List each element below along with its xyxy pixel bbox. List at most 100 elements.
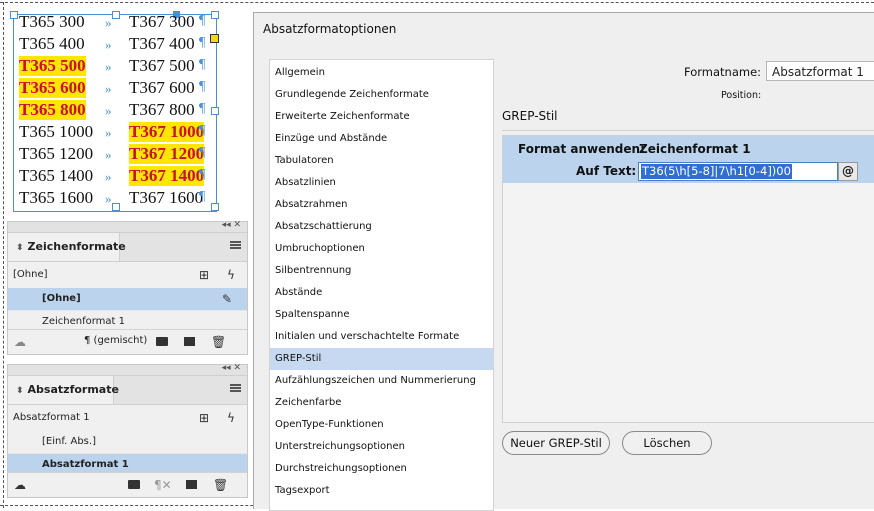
left-code: T365 600: [19, 78, 86, 98]
section-title: GREP-Stil: [502, 109, 558, 123]
trash-icon[interactable]: 🗑: [213, 478, 228, 492]
nav-item[interactable]: Grundlegende Zeichenformate: [270, 84, 493, 106]
left-code: T365 400: [19, 34, 85, 53]
nav-item[interactable]: Allgemein: [270, 62, 493, 84]
folder-icon[interactable]: [128, 478, 140, 492]
page-border-left: [3, 2, 4, 508]
clear-overrides-icon[interactable]: ¶✕: [154, 478, 172, 492]
special-characters-at-icon[interactable]: @: [838, 162, 858, 181]
cloud-icon[interactable]: ☁: [14, 335, 26, 349]
left-code: T365 1000: [19, 122, 94, 141]
grep-rule-row[interactable]: Format anwenden: Zeichenformat 1 Auf Tex…: [503, 136, 874, 183]
format-name-label: Formatname:: [684, 65, 762, 79]
right-code: T367 1000: [129, 122, 205, 142]
right-code: T367 300: [129, 12, 195, 31]
current-style-row: Absatzformat 1 ⊞ ϟ: [8, 405, 247, 431]
paragraph-styles-panel: ◂◂ ✕ ⬍ Absatzformate Absatzformat 1 ⊞ ϟ […: [7, 363, 248, 498]
panel-collapse-bar[interactable]: ◂◂ ✕: [8, 220, 247, 233]
left-code: T365 500: [19, 56, 86, 76]
new-style-from-icon[interactable]: ⊞: [199, 405, 209, 431]
left-code: T365 800: [19, 100, 86, 120]
grep-style-list[interactable]: Format anwenden: Zeichenformat 1 Auf Tex…: [502, 135, 874, 423]
nav-item[interactable]: Durchstreichungsoptionen: [270, 458, 493, 480]
tab-marker: »: [105, 81, 112, 96]
panel-menu-icon[interactable]: [230, 384, 241, 392]
nav-item[interactable]: Zeichenfarbe: [270, 392, 493, 414]
pilcrow: ¶: [199, 167, 206, 182]
list-item[interactable]: [Ohne] ✎: [8, 288, 247, 311]
nav-item[interactable]: Umbruchoptionen: [270, 238, 493, 260]
tab-zeichenformate[interactable]: ⬍ Zeichenformate: [8, 233, 126, 261]
new-style-from-icon[interactable]: ⊞: [199, 262, 209, 288]
frame-handle[interactable]: [10, 11, 18, 19]
nav-item[interactable]: Absatzrahmen: [270, 194, 493, 216]
apply-style-label: Format anwenden:: [518, 142, 645, 156]
panel-footer: ☁ ¶ (gemischt) 🗑: [8, 329, 247, 354]
nav-item[interactable]: Aufzählungszeichen und Nummerierung: [270, 370, 493, 392]
folder-icon[interactable]: [156, 335, 168, 349]
text-line: T365 1400 » T367 1400 ¶: [19, 166, 219, 188]
pilcrow: ¶: [199, 35, 206, 50]
nav-item[interactable]: Tagsexport: [270, 480, 493, 502]
panel-collapse-bar[interactable]: ◂◂ ✕: [8, 363, 247, 376]
lightning-icon[interactable]: ϟ: [227, 262, 235, 288]
format-name-field[interactable]: Absatzformat 1: [766, 61, 874, 81]
nav-item[interactable]: Initialen und verschachtelte Formate: [270, 326, 493, 348]
nav-item[interactable]: Silbentrennung: [270, 260, 493, 282]
nav-item[interactable]: Absatzlinien: [270, 172, 493, 194]
left-code: T365 1600: [19, 188, 94, 207]
to-text-label: Auf Text:: [576, 164, 637, 178]
nav-item[interactable]: Unterstreichungsoptionen: [270, 436, 493, 458]
text-line: T365 600 » T367 600 ¶: [19, 78, 219, 100]
tab-absatzformate[interactable]: ⬍ Absatzformate: [8, 376, 119, 404]
new-style-icon[interactable]: [186, 478, 197, 492]
text-line: T365 300 » T367 300 ¶: [19, 12, 219, 34]
panel-menu-icon[interactable]: [230, 241, 241, 249]
apply-style-value[interactable]: Zeichenformat 1: [639, 142, 751, 156]
nav-item[interactable]: Absatzschattierung: [270, 216, 493, 238]
left-code: T365 1400: [19, 166, 94, 185]
page-border-top: [0, 2, 874, 3]
category-list[interactable]: Allgemein Grundlegende Zeichenformate Erwe…: [269, 59, 494, 511]
new-style-icon[interactable]: [184, 335, 195, 349]
new-grep-style-button[interactable]: Neuer GREP-Stil: [502, 431, 610, 455]
collapse-icon[interactable]: ◂◂ ✕: [222, 220, 241, 230]
nav-item[interactable]: Spaltenspanne: [270, 304, 493, 326]
right-code: T367 1200: [129, 144, 205, 164]
divider: [502, 130, 874, 131]
right-code: T367 400: [129, 34, 195, 53]
tab-marker: »: [105, 103, 112, 118]
tab-marker: »: [105, 125, 112, 140]
trash-icon[interactable]: 🗑: [211, 335, 226, 349]
right-code: T367 600: [129, 78, 195, 97]
nav-item[interactable]: GREP-Stil: [270, 348, 493, 370]
delete-button[interactable]: Löschen: [622, 431, 712, 455]
position-label: Position:: [721, 90, 762, 101]
pilcrow: ¶: [199, 13, 206, 28]
text-line: T365 500 » T367 500 ¶: [19, 56, 219, 78]
lightning-icon[interactable]: ϟ: [227, 405, 235, 431]
nav-item[interactable]: Tabulatoren: [270, 150, 493, 172]
nav-item[interactable]: Erweiterte Zeichenformate: [270, 106, 493, 128]
list-item[interactable]: [Einf. Abs.]: [8, 431, 247, 454]
cloud-icon[interactable]: ☁: [14, 478, 26, 492]
grep-expression-text: T36(5\h[5-8]|7\h1[0-4])00: [641, 164, 792, 179]
tab-marker: »: [105, 169, 112, 184]
nav-item[interactable]: Einzüge und Abstände: [270, 128, 493, 150]
tab-marker: »: [105, 147, 112, 162]
footer-style-label: ¶ (gemischt): [84, 335, 148, 346]
tab-marker: »: [105, 59, 112, 74]
character-styles-panel: ◂◂ ✕ ⬍ Zeichenformate [Ohne] ⊞ ϟ [Ohne] ✎…: [7, 220, 248, 355]
pilcrow: ¶: [199, 101, 206, 116]
panel-footer: ☁ ¶✕ 🗑: [8, 472, 247, 497]
pilcrow: ¶: [199, 145, 206, 160]
tab-marker: »: [105, 191, 112, 206]
grep-expression-field[interactable]: T36(5\h[5-8]|7\h1[0-4])00: [638, 162, 838, 181]
collapse-icon[interactable]: ◂◂ ✕: [222, 363, 241, 373]
pilcrow: ¶: [199, 79, 206, 94]
paragraph-style-options-dialog: Absatzformatoptionen Allgemein Grundlegen…: [253, 12, 874, 511]
nav-item[interactable]: OpenType-Funktionen: [270, 414, 493, 436]
nav-item[interactable]: Abstände: [270, 282, 493, 304]
text-line: T365 800 » T367 800 ¶: [19, 100, 219, 122]
left-code: T365 300: [19, 12, 85, 31]
